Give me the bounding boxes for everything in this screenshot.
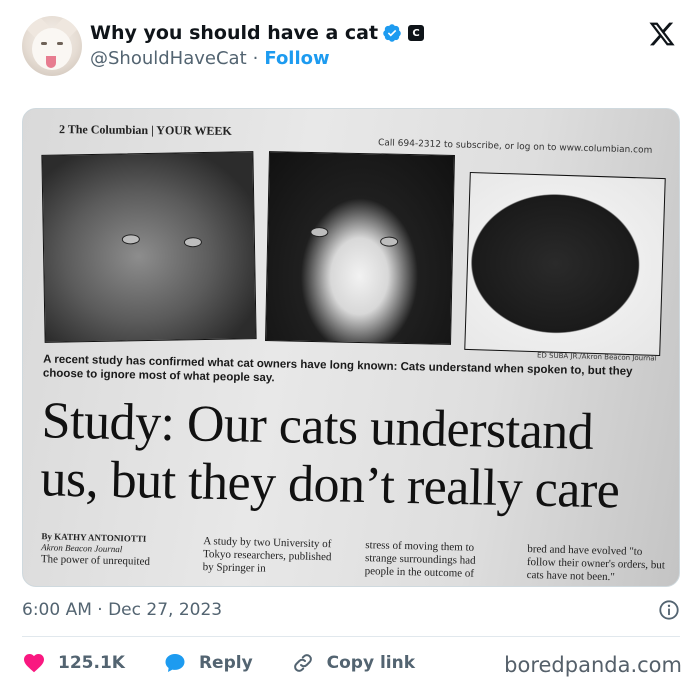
reply-button[interactable]: Reply — [163, 651, 253, 675]
headline: Study: Our cats understand us, but they … — [39, 392, 679, 521]
newspaper-header: 2 The Columbian | YOUR WEEK — [58, 122, 232, 138]
article-column-4: bred and have evolved "to follow their o… — [526, 543, 666, 584]
headline-line-2: us, but they don’t really care — [39, 450, 620, 520]
like-button[interactable]: 125.1K — [22, 651, 125, 675]
avatar[interactable] — [22, 16, 82, 76]
article-column-2: A study by two University of Tokyo resea… — [202, 535, 332, 575]
x-logo-icon[interactable] — [648, 20, 676, 48]
divider — [22, 636, 680, 637]
info-icon[interactable] — [658, 599, 680, 621]
author-info: Why you should have a cat C @ShouldHaveC… — [90, 20, 425, 69]
display-name[interactable]: Why you should have a cat — [90, 22, 378, 44]
cat-photo-tabby — [41, 151, 257, 343]
cat-photo-black — [464, 171, 666, 357]
timestamp[interactable]: 6:00 AM · Dec 27, 2023 — [22, 600, 222, 620]
separator: · — [252, 48, 259, 69]
watermark: boredpanda.com — [504, 653, 682, 677]
heart-icon — [24, 654, 44, 673]
cat-photo-black-white — [265, 151, 455, 345]
handle[interactable]: @ShouldHaveCat — [90, 48, 247, 69]
org-badge-icon: C — [408, 25, 425, 41]
newspaper-header-right: Call 694-2312 to subscribe, or log on to… — [377, 138, 653, 156]
reply-label: Reply — [198, 653, 253, 673]
article-columns: By KATHY ANTONIOTTI Akron Beacon Journal… — [41, 531, 679, 586]
follow-button[interactable]: Follow — [264, 48, 329, 69]
timestamp-row: 6:00 AM · Dec 27, 2023 — [22, 598, 680, 622]
article-column-1: By KATHY ANTONIOTTI Akron Beacon Journal… — [41, 531, 182, 573]
like-count: 125.1K — [58, 653, 125, 673]
link-icon — [293, 654, 312, 672]
copy-link-label: Copy link — [326, 653, 416, 673]
newspaper-clipping: 2 The Columbian | YOUR WEEK Call 694-231… — [23, 109, 679, 586]
tweet-image[interactable]: 2 The Columbian | YOUR WEEK Call 694-231… — [22, 108, 680, 587]
tweet-header: Why you should have a cat C @ShouldHaveC… — [22, 14, 682, 78]
verified-badge-icon — [383, 24, 401, 42]
reply-bubble-icon — [165, 654, 185, 672]
article-column-3: stress of moving them to strange surroun… — [364, 539, 476, 580]
copy-link-button[interactable]: Copy link — [291, 651, 415, 675]
column-text: The power of unrequited — [40, 553, 151, 568]
